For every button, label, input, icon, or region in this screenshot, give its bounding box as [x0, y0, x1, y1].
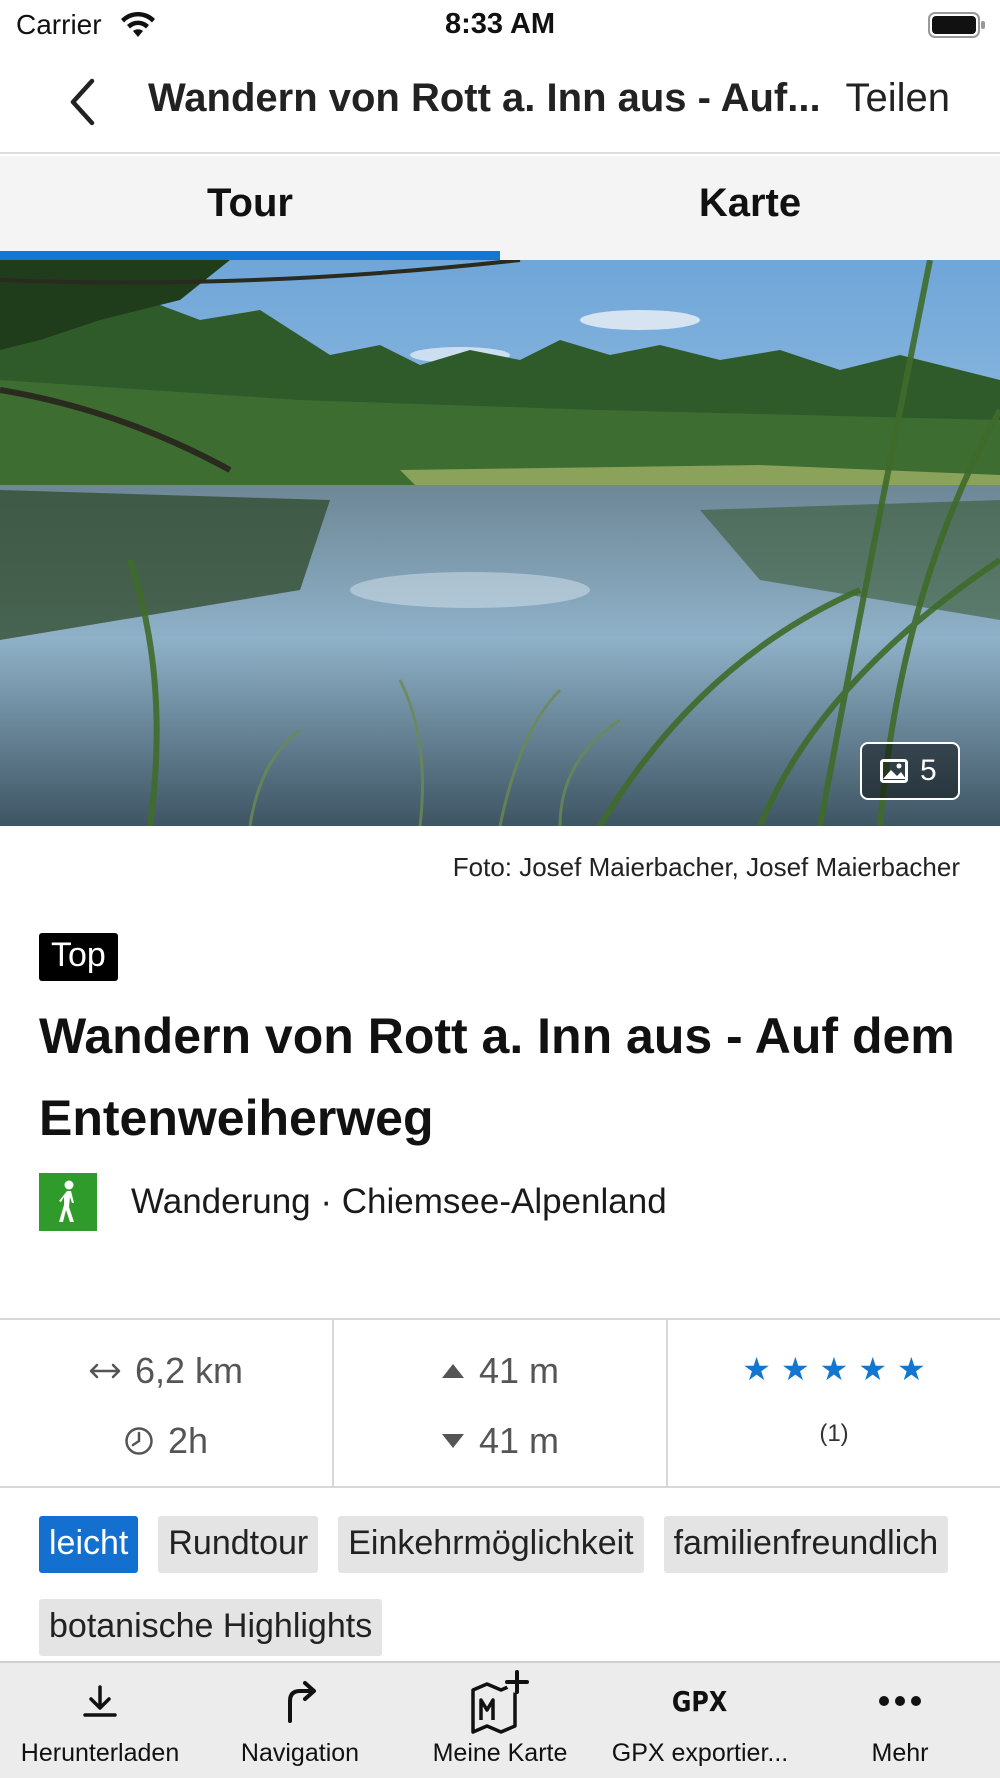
category-label: Wanderung · Chiemsee-Alpenland — [131, 1182, 667, 1221]
rating-stars: ★ ★ ★ ★ ★ — [742, 1350, 925, 1388]
descent-stat: 41 m — [334, 1420, 666, 1462]
rating-stars-row: ★ ★ ★ ★ ★ — [668, 1350, 1000, 1388]
tab-tour[interactable]: Tour — [0, 156, 500, 260]
horizontal-arrows-icon — [89, 1363, 121, 1379]
rating-count: (1) — [819, 1420, 849, 1447]
star-icon: ★ — [819, 1351, 849, 1387]
gpx-export-button[interactable]: GPX GPX exportier... — [600, 1663, 800, 1778]
star-icon: ★ — [897, 1351, 926, 1387]
photo-count: 5 — [920, 754, 937, 787]
tab-bar: Tour Karte — [0, 156, 1000, 260]
star-icon: ★ — [858, 1351, 888, 1387]
more-button[interactable]: Mehr — [800, 1663, 1000, 1778]
clock: 8:33 AM — [444, 8, 556, 40]
download-label: Herunterladen — [20, 1739, 180, 1767]
battery-icon — [928, 12, 985, 38]
triangle-up-icon — [441, 1364, 464, 1378]
triangle-down-icon — [441, 1434, 464, 1448]
hero-photo[interactable]: 5 — [0, 260, 1000, 826]
rating-count-row: (1) — [668, 1420, 1000, 1448]
turn-right-arrow-icon — [288, 1681, 316, 1723]
ascent-value: 41 m — [478, 1350, 560, 1391]
gpx-export-label: GPX exportier... — [611, 1739, 789, 1767]
navigation-label: Navigation — [240, 1739, 360, 1767]
stats-distance-duration: 6,2 km 2h — [0, 1320, 332, 1486]
back-button[interactable] — [52, 72, 112, 132]
gpx-icon: GPX — [672, 1684, 728, 1718]
download-icon — [83, 1685, 117, 1717]
star-icon: ★ — [742, 1351, 771, 1387]
duration-stat: 2h — [0, 1420, 332, 1462]
ascent-stat: 41 m — [334, 1350, 666, 1392]
photo-credit: Foto: Josef Maierbacher, Josef Maierbach… — [452, 852, 960, 882]
clock-icon — [125, 1427, 153, 1455]
navigation-bar: Wandern von Rott a. Inn aus - Auf... Tei… — [0, 52, 1000, 154]
lake-landscape-photo — [0, 260, 1000, 826]
stats-rating[interactable]: ★ ★ ★ ★ ★ (1) — [666, 1320, 1000, 1486]
tag-item: familienfreundlich — [663, 1516, 949, 1573]
my-map-label: Meine Karte — [432, 1739, 568, 1767]
star-icon: ★ — [780, 1351, 810, 1387]
chevron-left-icon — [70, 78, 95, 126]
stats-elevation: 41 m 41 m — [332, 1320, 666, 1486]
tag-item: Rundtour — [158, 1516, 319, 1573]
more-dots-icon — [879, 1696, 921, 1706]
page-title: Wandern von Rott a. Inn aus - Auf... — [148, 76, 821, 120]
status-bar: Carrier 8:33 AM — [0, 0, 1000, 50]
photo-gallery-button[interactable]: 5 — [860, 742, 960, 800]
descent-value: 41 m — [478, 1420, 560, 1461]
hiking-icon — [39, 1173, 97, 1231]
tour-title: Wandern von Rott a. Inn aus - Auf dem En… — [39, 1008, 955, 1146]
top-badge: Top — [39, 933, 118, 981]
tag-item: Einkehrmöglichkeit — [338, 1516, 644, 1573]
distance-value: 6,2 km — [134, 1350, 244, 1391]
tour-category: Wanderung · Chiemsee-Alpenland — [39, 1173, 667, 1231]
tag-list: leicht Rundtour Einkehrmöglichkeit famil… — [39, 1516, 979, 1656]
tag-item: botanische Highlights — [39, 1599, 383, 1656]
tag-difficulty: leicht — [39, 1516, 139, 1573]
tour-stats: 6,2 km 2h 41 m 41 m ★ ★ ★ ★ ★ (1) — [0, 1318, 1000, 1488]
navigation-button[interactable]: Navigation — [200, 1663, 400, 1778]
duration-value: 2h — [167, 1420, 209, 1461]
distance-stat: 6,2 km — [0, 1350, 332, 1392]
share-button[interactable]: Teilen — [845, 76, 950, 121]
my-map-button[interactable]: Meine Karte — [400, 1663, 600, 1778]
download-button[interactable]: Herunterladen — [0, 1663, 200, 1778]
map-add-icon — [471, 1670, 529, 1734]
more-label: Mehr — [871, 1739, 929, 1767]
tab-karte[interactable]: Karte — [500, 156, 1000, 260]
bottom-toolbar: Herunterladen Navigation Meine Karte GPX… — [0, 1661, 1000, 1778]
image-icon — [880, 759, 908, 783]
